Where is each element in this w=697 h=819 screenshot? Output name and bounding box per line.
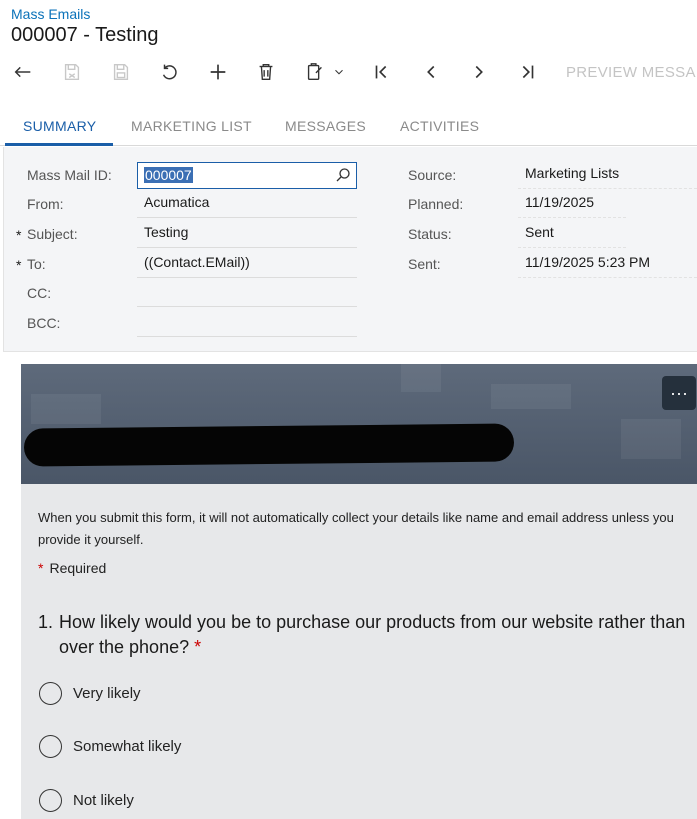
back-icon[interactable] (8, 58, 38, 86)
next-icon[interactable] (464, 58, 494, 86)
form-intro-text: When you submit this form, it will not a… (38, 510, 674, 547)
required-note: * Required (38, 560, 106, 576)
search-icon[interactable] (334, 166, 352, 184)
delete-icon[interactable] (251, 58, 281, 86)
mass-mail-id-value: 000007 (144, 167, 193, 183)
question-number: 1. (38, 612, 54, 632)
option-very-likely[interactable]: Very likely (39, 681, 141, 705)
option-label: Not likely (73, 791, 134, 809)
save-icon[interactable] (106, 58, 136, 86)
toolbar: PREVIEW MESSA (0, 58, 697, 88)
redacted-title (23, 423, 515, 467)
tab-bar: SUMMARY MARKETING LIST MESSAGES ACTIVITI… (0, 108, 697, 146)
page-title: 000007 - Testing (11, 24, 159, 46)
cc-field[interactable] (137, 277, 357, 307)
option-not-likely[interactable]: Not likely (39, 788, 134, 812)
add-icon[interactable] (203, 58, 233, 86)
from-field[interactable]: Acumatica (137, 188, 357, 218)
chevron-down-icon[interactable] (326, 58, 352, 86)
save-close-icon[interactable] (57, 58, 87, 86)
active-tab-indicator (5, 143, 113, 146)
required-star: * (38, 560, 44, 576)
required-text: Required (49, 560, 107, 576)
preview-message-button[interactable]: PREVIEW MESSA (566, 64, 696, 81)
status-label: Status: (408, 226, 452, 242)
option-label: Very likely (73, 684, 141, 702)
option-somewhat-likely[interactable]: Somewhat likely (39, 734, 181, 758)
cc-label: CC: (27, 285, 52, 301)
mass-mail-id-input[interactable]: 000007 (137, 162, 357, 189)
radio-button[interactable] (39, 734, 62, 758)
mass-mail-id-label: Mass Mail ID: (27, 167, 112, 183)
tab-summary[interactable]: SUMMARY (23, 118, 96, 134)
tab-activities[interactable]: ACTIVITIES (400, 118, 479, 134)
bcc-field[interactable] (137, 307, 357, 337)
undo-icon[interactable] (155, 58, 185, 86)
email-preview: ··· When you submit this form, it will n… (21, 364, 697, 819)
question-text: How likely would you be to purchase our … (59, 612, 686, 657)
planned-label: Planned: (408, 196, 464, 212)
breadcrumb[interactable]: Mass Emails (11, 6, 90, 22)
more-options-button[interactable]: ··· (662, 376, 696, 410)
planned-value: 11/19/2025 (518, 188, 626, 218)
radio-button[interactable] (39, 788, 62, 812)
sent-value: 11/19/2025 5:23 PM (518, 248, 697, 278)
source-label: Source: (408, 167, 457, 183)
to-label: To: (27, 256, 46, 272)
radio-button[interactable] (39, 681, 62, 705)
to-required-marker: * (16, 257, 22, 273)
first-icon[interactable] (367, 58, 397, 86)
bcc-label: BCC: (27, 315, 61, 331)
subject-required-marker: * (16, 227, 22, 243)
to-field[interactable]: ((Contact.EMail)) (137, 248, 357, 278)
option-label: Somewhat likely (73, 737, 182, 755)
last-icon[interactable] (512, 58, 542, 86)
tab-messages[interactable]: MESSAGES (285, 118, 366, 134)
source-value: Marketing Lists (518, 159, 697, 189)
status-value: Sent (518, 218, 626, 248)
subject-label: Subject: (27, 226, 78, 242)
sent-label: Sent: (408, 256, 441, 272)
question-required-star: * (194, 637, 202, 657)
form-banner: ··· (21, 364, 697, 484)
tab-marketing-list[interactable]: MARKETING LIST (131, 118, 252, 134)
question-1: 1. How likely would you be to purchase o… (38, 610, 688, 660)
previous-icon[interactable] (416, 58, 446, 86)
subject-field[interactable]: Testing (137, 218, 357, 248)
from-label: From: (27, 196, 64, 212)
